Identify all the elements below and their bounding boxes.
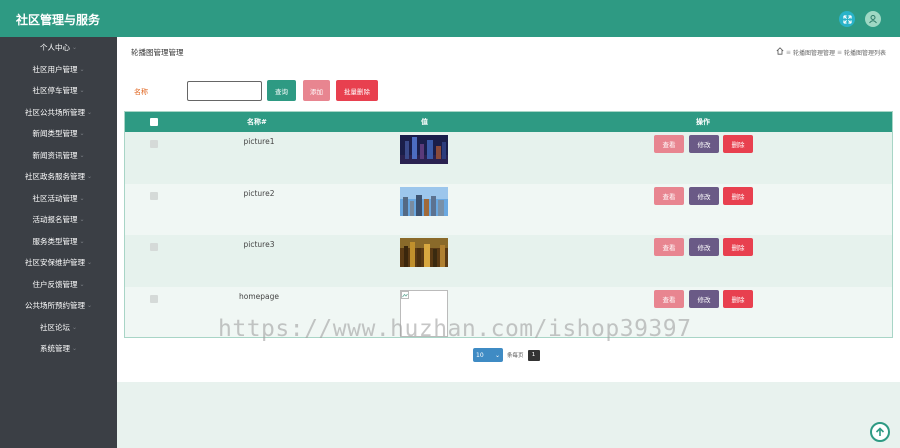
chevron-down-icon: ⌄ (86, 173, 93, 181)
sidebar-item-news-types[interactable]: 新闻类型管理 ⌄ (0, 123, 117, 145)
cell-name: homepage (239, 291, 279, 301)
add-button[interactable]: 添加 (303, 80, 330, 101)
delete-button[interactable]: 删除 (723, 238, 753, 256)
chevron-down-icon: ⌄ (71, 345, 78, 353)
search-label: 名称 (134, 88, 148, 96)
edit-button[interactable]: 修改 (689, 289, 719, 308)
table-row: picture3 查看 修改 删除 (125, 235, 892, 287)
edit-button[interactable]: 修改 (689, 135, 719, 153)
sidebar-item-public-places[interactable]: 社区公共场所管理 ⌄ (0, 102, 117, 124)
row-checkbox[interactable] (150, 191, 158, 200)
chevron-down-icon: ⌄ (79, 151, 85, 159)
chevron-down-icon: ⌄ (71, 44, 78, 52)
chevron-down-icon: ⌄ (86, 302, 93, 310)
sidebar-item-personal-center[interactable]: 个人中心 ⌄ (0, 37, 117, 59)
sidebar: 个人中心 ⌄ 社区用户管理 ⌄ 社区停车管理 ⌄ 社区公共场所管理 ⌄ 新闻类型管理 ⌄ … (0, 37, 117, 448)
batch-delete-button[interactable]: 批量删除 (336, 80, 378, 101)
sidebar-item-users[interactable]: 社区用户管理 ⌄ (0, 59, 117, 81)
sidebar-item-parking[interactable]: 社区停车管理 ⌄ (0, 80, 117, 102)
edit-button[interactable]: 修改 (689, 238, 719, 256)
delete-button[interactable]: 删除 (723, 289, 753, 308)
arrow-up-icon (875, 427, 885, 436)
carousel-thumbnail (400, 135, 448, 164)
breadcrumb-item: 轮播图管理列表 (843, 49, 886, 57)
view-button[interactable]: 查看 (654, 135, 684, 153)
table-row: homepage 查看 修改 删除 (125, 286, 892, 337)
table-row: picture2 查看 修改 删除 (125, 183, 892, 235)
column-header-value: 值 (421, 118, 428, 126)
search-input[interactable] (187, 81, 262, 101)
sidebar-item-gov-services[interactable]: 社区政务服务管理 ⌄ (0, 166, 117, 188)
chevron-down-icon: ⌄ (79, 65, 85, 73)
view-button[interactable]: 查看 (654, 289, 684, 308)
sidebar-item-activities[interactable]: 社区活动管理 ⌄ (0, 188, 117, 210)
fullscreen-icon[interactable] (839, 11, 855, 27)
delete-button[interactable]: 删除 (723, 135, 753, 153)
row-checkbox[interactable] (150, 243, 158, 251)
sidebar-item-forum[interactable]: 社区论坛 ⌄ (0, 317, 117, 339)
delete-button[interactable]: 删除 (723, 186, 753, 205)
sidebar-item-service-types[interactable]: 服务类型管理 ⌄ (0, 231, 117, 253)
table-header: 名称# 值 操作 (125, 112, 892, 132)
row-checkbox[interactable] (150, 140, 158, 148)
pagination: 10 ⌄ 条每页 1 (473, 348, 540, 362)
chevron-down-icon: ⌄ (79, 194, 85, 202)
chevron-down-icon: ⌄ (79, 237, 85, 245)
top-bar: 社区管理与服务 (0, 0, 900, 37)
chevron-down-icon: ⌄ (494, 351, 500, 359)
cell-name: picture1 (243, 137, 275, 146)
sidebar-item-news[interactable]: 新闻资讯管理 ⌄ (0, 145, 117, 167)
page-size-select[interactable]: 10 ⌄ (473, 348, 503, 362)
sidebar-item-registrations[interactable]: 活动报名管理 ⌄ (0, 209, 117, 231)
chevron-down-icon: ⌄ (79, 216, 85, 224)
chevron-down-icon: ⌄ (79, 87, 85, 95)
broken-image-icon (400, 289, 448, 337)
main-content: 轮播图管理管理 ≡ 轮播图管理管理 ≡ 轮播图管理列表 名称 查询 添加 批量删… (117, 37, 900, 382)
sidebar-item-feedback[interactable]: 住户反馈管理 ⌄ (0, 274, 117, 296)
view-button[interactable]: 查看 (654, 238, 684, 256)
breadcrumb-item[interactable]: 轮播图管理管理 (793, 48, 835, 57)
column-header-name[interactable]: 名称# (247, 117, 267, 127)
sidebar-item-security[interactable]: 社区安保维护管理 ⌄ (0, 252, 117, 274)
page-title: 轮播图管理管理 (131, 48, 184, 57)
select-all-checkbox[interactable] (150, 118, 158, 126)
carousel-table: 名称# 值 操作 picture1 查看 修改 删除 picture2 查看 修… (124, 111, 893, 338)
edit-button[interactable]: 修改 (689, 186, 719, 205)
sidebar-item-reservations[interactable]: 公共场所预约管理 ⌄ (0, 295, 117, 317)
carousel-thumbnail (400, 238, 448, 267)
carousel-thumbnail (400, 186, 448, 216)
breadcrumb: ≡ 轮播图管理管理 ≡ 轮播图管理列表 (776, 47, 886, 57)
home-icon[interactable] (776, 47, 784, 57)
chevron-down-icon: ⌄ (71, 323, 78, 331)
cell-name: picture3 (243, 240, 275, 249)
per-page-label: 条每页 (507, 353, 524, 359)
cell-name: picture2 (243, 188, 275, 198)
back-to-top-button[interactable] (870, 422, 890, 442)
chevron-down-icon: ⌄ (86, 108, 93, 116)
sidebar-item-system[interactable]: 系统管理 ⌄ (0, 338, 117, 360)
view-button[interactable]: 查看 (654, 186, 684, 205)
row-checkbox[interactable] (150, 294, 158, 303)
user-avatar-icon[interactable] (865, 11, 881, 27)
column-header-actions: 操作 (696, 118, 710, 126)
app-title: 社区管理与服务 (16, 13, 101, 27)
page-number[interactable]: 1 (527, 349, 540, 361)
chevron-down-icon: ⌄ (86, 259, 93, 267)
chevron-down-icon: ⌄ (79, 280, 85, 288)
table-row: picture1 查看 修改 删除 (125, 132, 892, 184)
chevron-down-icon: ⌄ (79, 130, 85, 138)
query-button[interactable]: 查询 (267, 80, 296, 101)
